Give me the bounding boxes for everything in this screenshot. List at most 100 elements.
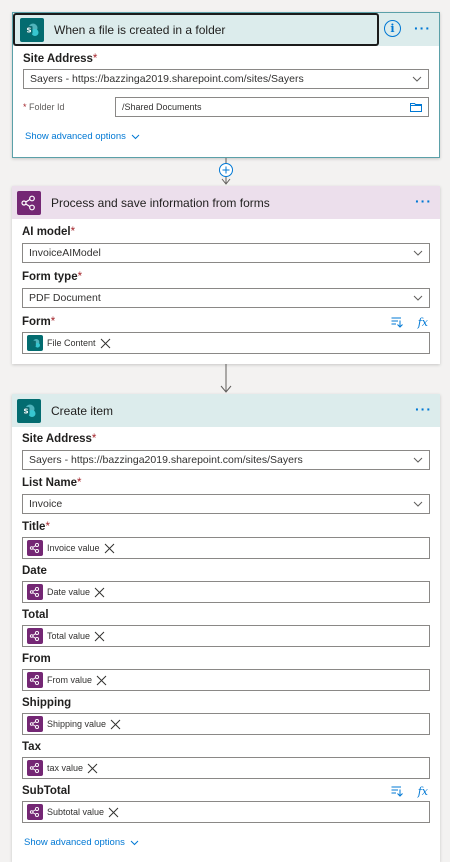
chevron-down-icon: [413, 295, 423, 301]
trigger-card: S When a file is created in a folder i ·…: [12, 12, 440, 158]
site-address-label: Site Address*: [22, 433, 97, 445]
dynamic-content-icon[interactable]: [391, 317, 404, 328]
show-advanced-link[interactable]: Show advanced options: [25, 131, 140, 142]
from-label: From: [22, 653, 51, 665]
ai-builder-card: Process and save information from forms …: [12, 186, 440, 364]
create-item-title: Create item: [51, 403, 114, 418]
ai-model-value: InvoiceAIModel: [29, 247, 101, 259]
close-icon[interactable]: [104, 543, 115, 554]
form-label: Form*: [22, 316, 56, 328]
tax-label: Tax: [22, 741, 41, 753]
token-chip[interactable]: File Content: [27, 335, 111, 351]
token-chip[interactable]: Subtotal value: [27, 804, 119, 820]
trigger-title-box[interactable]: S When a file is created in a folder: [13, 13, 379, 46]
arrow-down-icon: [220, 364, 232, 393]
folder-id-value: /Shared Documents: [122, 102, 202, 112]
chevron-down-icon: [413, 501, 423, 507]
chevron-down-icon: [130, 840, 139, 845]
svg-text:S: S: [26, 26, 31, 34]
sharepoint-icon: S: [20, 17, 44, 42]
close-icon[interactable]: [110, 719, 121, 730]
show-advanced-link[interactable]: Show advanced options: [24, 837, 139, 848]
create-item-header[interactable]: S Create item ···: [12, 394, 440, 427]
token-chip[interactable]: Date value: [27, 584, 105, 600]
folder-icon[interactable]: [410, 102, 422, 112]
token-label: tax value: [47, 763, 84, 773]
trigger-title: When a file is created in a folder: [54, 22, 226, 37]
form-input[interactable]: File Content: [22, 332, 430, 354]
ai-builder-icon: [27, 584, 43, 600]
expression-icon[interactable]: fx: [418, 316, 428, 329]
svg-text:S: S: [23, 407, 28, 415]
tax-input[interactable]: tax value: [22, 757, 430, 779]
token-label: Subtotal value: [47, 807, 105, 817]
more-options-icon[interactable]: ···: [415, 402, 432, 416]
ai-model-dropdown[interactable]: InvoiceAIModel: [22, 243, 430, 263]
more-options-icon[interactable]: ···: [415, 194, 432, 208]
subtotal-input[interactable]: Subtotal value: [22, 801, 430, 823]
token-chip[interactable]: Total value: [27, 628, 105, 644]
list-name-value: Invoice: [29, 498, 63, 510]
close-icon[interactable]: [87, 763, 98, 774]
token-label: Date value: [47, 587, 91, 597]
chevron-down-icon: [413, 457, 423, 463]
add-step-connector[interactable]: [215, 158, 237, 186]
close-icon[interactable]: [96, 675, 107, 686]
close-icon[interactable]: [100, 338, 111, 349]
trigger-header[interactable]: S When a file is created in a folder i ·…: [13, 13, 439, 46]
token-label: Invoice value: [47, 543, 100, 553]
ai-builder-icon: [17, 190, 41, 215]
form-type-dropdown[interactable]: PDF Document: [22, 288, 430, 308]
folder-id-label: * Folder Id: [23, 102, 65, 112]
info-icon[interactable]: i: [384, 20, 401, 37]
more-options-icon[interactable]: ···: [414, 21, 431, 35]
site-address-value: Sayers - https://bazzinga2019.sharepoint…: [30, 73, 304, 85]
list-name-label: List Name*: [22, 477, 82, 489]
create-item-card: S Create item ··· Site Address* Sayers -…: [12, 394, 440, 862]
date-input[interactable]: Date value: [22, 581, 430, 603]
token-label: From value: [47, 675, 93, 685]
folder-id-input[interactable]: /Shared Documents: [115, 97, 429, 117]
subtotal-field-tools: fx: [391, 785, 428, 798]
close-icon[interactable]: [108, 807, 119, 818]
expression-icon[interactable]: fx: [418, 785, 428, 798]
token-label: Shipping value: [47, 719, 107, 729]
ai-model-label: AI model*: [22, 226, 76, 238]
sharepoint-icon: S: [17, 398, 41, 423]
ai-builder-header[interactable]: Process and save information from forms …: [12, 186, 440, 219]
token-chip[interactable]: From value: [27, 672, 107, 688]
form-type-value: PDF Document: [29, 292, 101, 304]
form-field-tools: fx: [391, 316, 428, 329]
from-input[interactable]: From value: [22, 669, 430, 691]
ai-builder-icon: [27, 540, 43, 556]
ai-builder-icon: [27, 628, 43, 644]
title-label: Title*: [22, 521, 50, 533]
ai-builder-icon: [27, 716, 43, 732]
ai-builder-icon: [27, 804, 43, 820]
ai-builder-icon: [27, 760, 43, 776]
title-input[interactable]: Invoice value: [22, 537, 430, 559]
close-icon[interactable]: [94, 631, 105, 642]
date-label: Date: [22, 565, 47, 577]
token-chip[interactable]: Invoice value: [27, 540, 115, 556]
token-chip[interactable]: tax value: [27, 760, 98, 776]
ai-builder-icon: [27, 672, 43, 688]
sharepoint-icon: [27, 335, 43, 351]
close-icon[interactable]: [94, 587, 105, 598]
shipping-input[interactable]: Shipping value: [22, 713, 430, 735]
total-label: Total: [22, 609, 49, 621]
chevron-down-icon: [413, 250, 423, 256]
token-label: File Content: [47, 338, 96, 348]
token-chip[interactable]: Shipping value: [27, 716, 121, 732]
site-address-label: Site Address*: [23, 53, 98, 65]
token-label: Total value: [47, 631, 91, 641]
site-address-dropdown[interactable]: Sayers - https://bazzinga2019.sharepoint…: [22, 450, 430, 470]
chevron-down-icon: [131, 134, 140, 139]
chevron-down-icon: [412, 76, 422, 82]
dynamic-content-icon[interactable]: [391, 786, 404, 797]
list-name-dropdown[interactable]: Invoice: [22, 494, 430, 514]
site-address-dropdown[interactable]: Sayers - https://bazzinga2019.sharepoint…: [23, 69, 429, 89]
total-input[interactable]: Total value: [22, 625, 430, 647]
subtotal-label: SubTotal: [22, 785, 71, 797]
ai-builder-title: Process and save information from forms: [51, 195, 270, 210]
